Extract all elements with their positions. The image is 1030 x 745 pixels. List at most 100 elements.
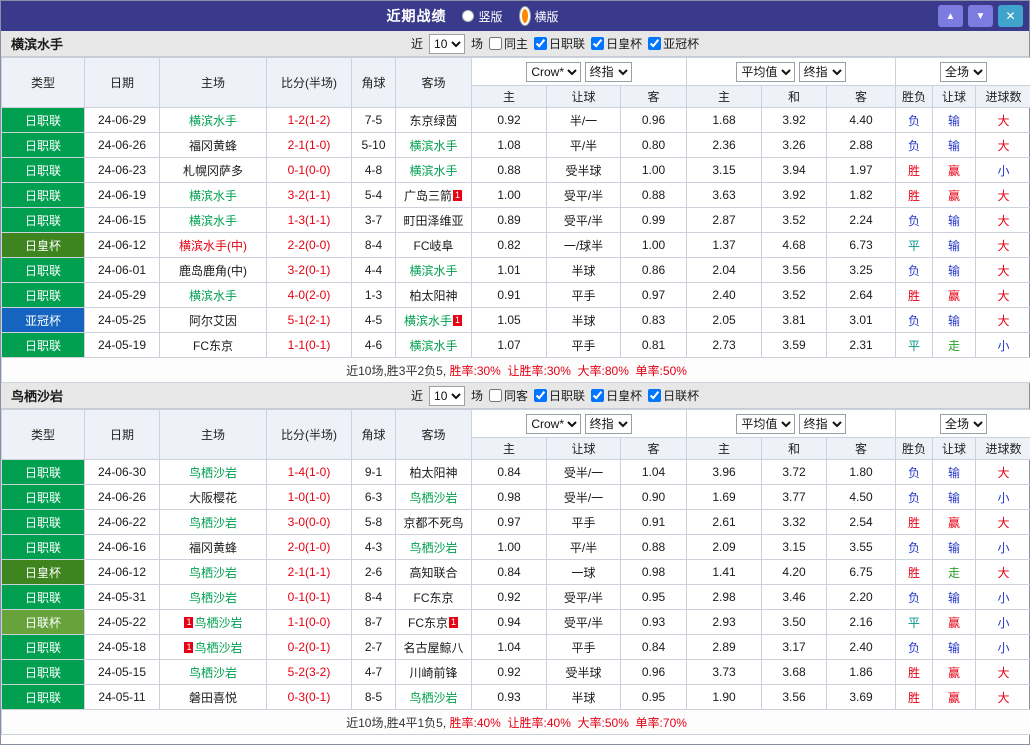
league-filter-日职联[interactable]: 日职联: [534, 35, 585, 52]
score-cell[interactable]: 0-2(0-1): [266, 634, 352, 660]
close-button[interactable]: ✕: [998, 5, 1023, 27]
team-link[interactable]: 福冈黄蜂: [189, 139, 237, 153]
europe-stage-select[interactable]: 终指: [798, 61, 846, 82]
team-link[interactable]: 福冈黄蜂: [189, 541, 237, 555]
scope-select[interactable]: 全场: [940, 413, 988, 434]
league-filter-checkbox[interactable]: [534, 389, 548, 402]
team-link[interactable]: 横滨水手: [189, 114, 237, 128]
league-filter-checkbox[interactable]: [648, 37, 662, 50]
league-filter-checkbox[interactable]: [648, 389, 662, 402]
team-link[interactable]: 鸟栖沙岩: [189, 566, 237, 580]
score-cell[interactable]: 2-1(1-0): [266, 132, 352, 158]
team-link[interactable]: 鸟栖沙岩: [189, 466, 237, 480]
team-link[interactable]: 鸟栖沙岩: [194, 641, 242, 655]
league-filter-日职联[interactable]: 日职联: [534, 387, 585, 404]
league-badge: 日职联: [1, 157, 85, 183]
layout-radio-horizontal[interactable]: 横版: [518, 6, 559, 26]
team-link[interactable]: 柏太阳神: [409, 466, 457, 480]
corners-cell: 5-10: [351, 132, 396, 158]
team-link[interactable]: 町田泽维亚: [403, 214, 463, 228]
team-link[interactable]: 横滨水手: [189, 289, 237, 303]
team-link[interactable]: 横滨水手: [409, 339, 457, 353]
team-link[interactable]: 横滨水手: [189, 214, 237, 228]
score-cell[interactable]: 1-1(0-1): [266, 332, 352, 358]
team-link[interactable]: 名古屋鲸八: [403, 641, 463, 655]
team-link[interactable]: FC岐阜: [414, 239, 454, 253]
score-cell[interactable]: 0-1(0-1): [266, 584, 352, 610]
league-filter-亚冠杯[interactable]: 亚冠杯: [648, 35, 699, 52]
match-count-select[interactable]: 10: [429, 385, 466, 406]
scope-select[interactable]: 全场: [940, 61, 988, 82]
same-venue-filter[interactable]: 同主: [489, 35, 528, 52]
europe-stage-select[interactable]: 终指: [798, 413, 846, 434]
team-link[interactable]: 横滨水手: [409, 139, 457, 153]
score-cell[interactable]: 0-1(0-0): [266, 157, 352, 183]
team-link[interactable]: 横滨水手: [189, 189, 237, 203]
score-cell[interactable]: 5-2(3-2): [266, 659, 352, 685]
odds-stage-select[interactable]: 终指: [584, 61, 632, 82]
europe-odds-select[interactable]: 平均值: [736, 61, 796, 82]
team-link[interactable]: 鸟栖沙岩: [189, 591, 237, 605]
team-link[interactable]: 阿尔艾因: [189, 314, 237, 328]
score-cell[interactable]: 3-0(0-0): [266, 509, 352, 535]
goals-result-cell: 小: [975, 157, 1030, 183]
team-link[interactable]: 札幌冈萨多: [183, 164, 243, 178]
score-cell[interactable]: 0-3(0-1): [266, 684, 352, 710]
team-link[interactable]: 东京绿茵: [409, 114, 457, 128]
team-link[interactable]: 横滨水手(中): [179, 239, 247, 253]
team-link[interactable]: FC东京: [414, 591, 454, 605]
team-link[interactable]: 鸟栖沙岩: [194, 616, 242, 630]
league-filter-日联杯[interactable]: 日联杯: [648, 387, 699, 404]
league-filter-checkbox[interactable]: [591, 389, 605, 402]
score-cell[interactable]: 4-0(2-0): [266, 282, 352, 308]
score-cell[interactable]: 3-2(1-1): [266, 182, 352, 208]
team-link[interactable]: 磐田喜悦: [189, 691, 237, 705]
match-count-select[interactable]: 10: [429, 33, 466, 54]
odds-company-select[interactable]: Crow*: [526, 61, 582, 82]
team-link[interactable]: 鸟栖沙岩: [189, 666, 237, 680]
score-cell[interactable]: 5-1(2-1): [266, 307, 352, 333]
team-link[interactable]: 京都不死鸟: [403, 516, 463, 530]
same-venue-checkbox[interactable]: [489, 37, 503, 50]
team-link[interactable]: 鹿岛鹿角(中): [179, 264, 247, 278]
odds-stage-select[interactable]: 终指: [584, 413, 632, 434]
team-link[interactable]: 鸟栖沙岩: [409, 691, 457, 705]
handicap-cell: 平手: [546, 634, 621, 660]
same-venue-checkbox[interactable]: [489, 389, 503, 402]
league-filter-checkbox[interactable]: [591, 37, 605, 50]
team-link[interactable]: 鸟栖沙岩: [189, 516, 237, 530]
team-link[interactable]: 广岛三箭: [404, 189, 452, 203]
team-link[interactable]: FC东京: [408, 616, 448, 630]
score-cell[interactable]: 2-2(0-0): [266, 232, 352, 258]
layout-radio-vertical-label: 竖版: [478, 9, 503, 24]
europe-odds-select[interactable]: 平均值: [736, 413, 796, 434]
avg-away-cell: 3.69: [825, 684, 897, 710]
team-link[interactable]: 大阪樱花: [189, 491, 237, 505]
team-link[interactable]: 横滨水手: [409, 264, 457, 278]
score-cell[interactable]: 1-0(1-0): [266, 484, 352, 510]
same-venue-filter[interactable]: 同客: [489, 387, 528, 404]
team-link[interactable]: 高知联合: [409, 566, 457, 580]
match-row: 日职联 24-06-23 札幌冈萨多 0-1(0-0) 4-8 横滨水手 0.8…: [1, 157, 1030, 183]
score-cell[interactable]: 2-1(1-1): [266, 559, 352, 585]
team-link[interactable]: 鸟栖沙岩: [409, 491, 457, 505]
league-filter-日皇杯[interactable]: 日皇杯: [591, 387, 642, 404]
team-link[interactable]: FC东京: [193, 339, 233, 353]
layout-radio-vertical[interactable]: 竖版: [462, 8, 503, 25]
score-cell[interactable]: 1-2(1-2): [266, 107, 352, 133]
odds-company-select[interactable]: Crow*: [526, 413, 582, 434]
league-filter-checkbox[interactable]: [534, 37, 548, 50]
score-cell[interactable]: 1-1(0-0): [266, 609, 352, 635]
score-cell[interactable]: 1-3(1-1): [266, 207, 352, 233]
league-filter-日皇杯[interactable]: 日皇杯: [591, 35, 642, 52]
scroll-down-button[interactable]: ▼: [968, 5, 993, 27]
scroll-up-button[interactable]: ▲: [938, 5, 963, 27]
team-link[interactable]: 横滨水手: [409, 164, 457, 178]
team-link[interactable]: 横滨水手: [404, 314, 452, 328]
score-cell[interactable]: 3-2(0-1): [266, 257, 352, 283]
team-link[interactable]: 川崎前锋: [409, 666, 457, 680]
score-cell[interactable]: 1-4(1-0): [266, 459, 352, 485]
score-cell[interactable]: 2-0(1-0): [266, 534, 352, 560]
team-link[interactable]: 柏太阳神: [409, 289, 457, 303]
team-link[interactable]: 鸟栖沙岩: [409, 541, 457, 555]
